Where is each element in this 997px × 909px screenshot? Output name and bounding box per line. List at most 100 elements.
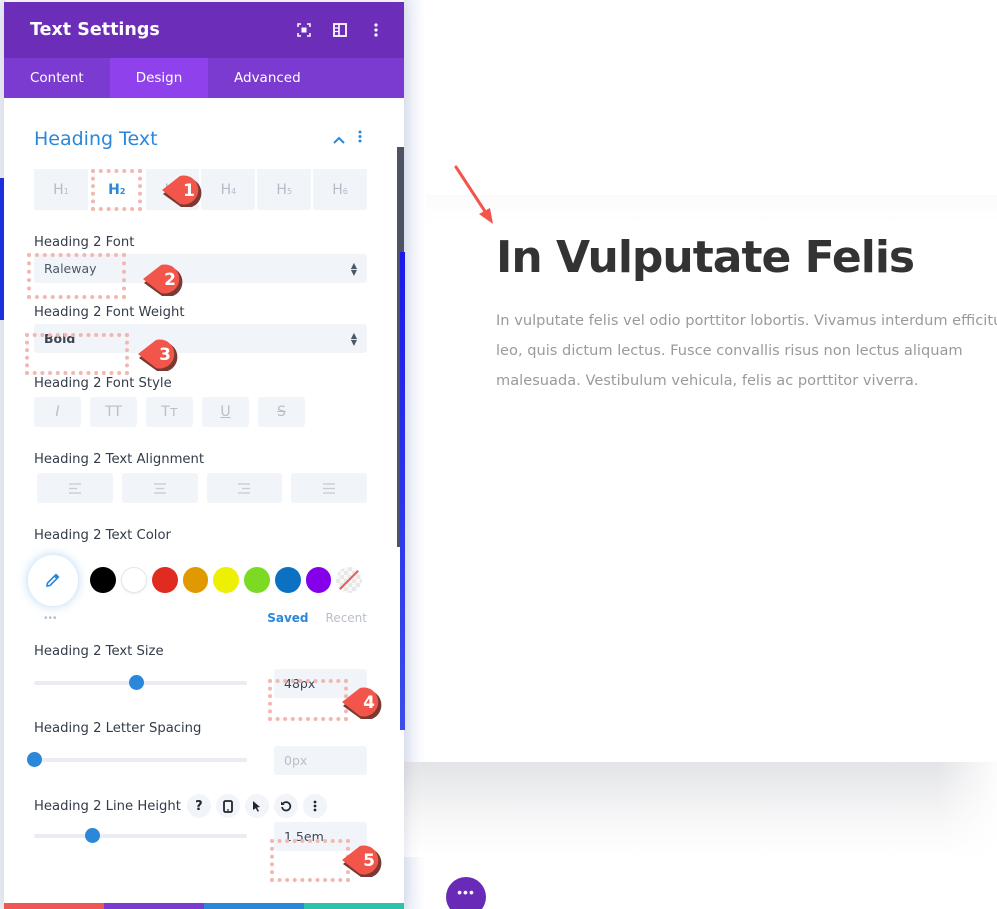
- more-colors-icon[interactable]: •••: [44, 613, 267, 624]
- strikethrough-icon: S: [277, 404, 286, 420]
- heading-level-number: 2: [119, 187, 126, 196]
- font-weight-select[interactable]: Bold ▲ ▼: [34, 324, 367, 353]
- preview-row-band: [426, 195, 997, 223]
- annotation-marker-1: 1: [162, 175, 202, 207]
- color-swatch-orange[interactable]: [182, 567, 209, 593]
- more-horizontal-icon: •••: [457, 884, 475, 900]
- slider-thumb[interactable]: [129, 675, 145, 690]
- letter-spacing-input[interactable]: 0px: [274, 745, 367, 775]
- chevron-up-icon[interactable]: [333, 131, 353, 147]
- font-value: Raleway: [44, 261, 97, 276]
- more-vertical-icon[interactable]: [358, 15, 394, 45]
- line-height-slider[interactable]: [34, 828, 247, 843]
- line-height-control: 1.5em: [34, 821, 367, 851]
- color-palette-footer: ••• Saved Recent: [34, 609, 367, 627]
- text-color-label: Heading 2 Text Color: [34, 527, 171, 543]
- text-alignment-buttons: [34, 473, 367, 503]
- color-swatch-red[interactable]: [151, 567, 178, 593]
- discard-button[interactable]: [4, 903, 104, 909]
- heading-level-h5[interactable]: H5: [257, 169, 312, 210]
- heading-level-number: 4: [231, 187, 237, 196]
- eyedropper-icon: [46, 573, 60, 587]
- section-header-heading-text[interactable]: Heading Text: [34, 128, 367, 150]
- align-justify-icon: [323, 482, 336, 494]
- builder-screen: In Vulputate Felis In vulputate felis ve…: [0, 0, 997, 909]
- settings-panel: Text Settings Content Design Advanced He…: [4, 2, 404, 909]
- italic-button[interactable]: I: [34, 397, 81, 427]
- capitalize-button[interactable]: Tт: [146, 397, 193, 427]
- italic-icon: I: [55, 404, 60, 420]
- panel-body: Heading Text H1 H2 H3 H4 H5 H6 Heading 2…: [4, 128, 404, 851]
- align-left-button[interactable]: [37, 473, 113, 503]
- heading-level-label: H: [332, 181, 343, 198]
- settings-tabs: Content Design Advanced: [4, 58, 404, 98]
- tab-advanced[interactable]: Advanced: [208, 58, 327, 98]
- heading-level-number: 5: [286, 187, 293, 196]
- heading-level-h4[interactable]: H4: [201, 169, 256, 210]
- redo-button[interactable]: [204, 903, 304, 909]
- color-swatch-white[interactable]: [121, 567, 147, 593]
- slider-thumb[interactable]: [27, 752, 42, 767]
- help-icon[interactable]: ?: [186, 794, 211, 818]
- color-swatch-yellow[interactable]: [213, 567, 240, 593]
- preview-section-divider: [404, 762, 997, 857]
- color-swatch-green[interactable]: [244, 567, 270, 593]
- uppercase-button[interactable]: TT: [90, 397, 137, 427]
- heading-level-label: H: [53, 181, 64, 198]
- text-size-slider[interactable]: [34, 675, 247, 690]
- color-swatch-blue[interactable]: [274, 567, 301, 593]
- annotation-marker-5: 5: [342, 845, 382, 877]
- underline-button[interactable]: U: [202, 397, 249, 427]
- select-arrows-icon: ▲ ▼: [350, 260, 357, 277]
- more-vertical-icon[interactable]: [302, 794, 327, 818]
- tab-content[interactable]: Content: [4, 58, 110, 98]
- hover-cursor-icon[interactable]: [244, 794, 269, 818]
- history-button[interactable]: [104, 903, 204, 909]
- svg-text:2: 2: [164, 270, 176, 290]
- focus-icon[interactable]: [286, 15, 322, 45]
- annotation-marker-4: 4: [342, 687, 382, 719]
- strikethrough-button[interactable]: S: [258, 397, 305, 427]
- heading-level-h6[interactable]: H6: [313, 169, 367, 210]
- select-arrows-icon: ▲ ▼: [350, 330, 357, 347]
- heading-level-label: H: [276, 181, 287, 198]
- letter-spacing-slider[interactable]: [27, 752, 247, 767]
- font-select[interactable]: Raleway ▲ ▼: [34, 254, 367, 283]
- font-weight-label: Heading 2 Font Weight: [34, 304, 185, 320]
- color-picker-button[interactable]: [28, 554, 79, 606]
- page-settings-button[interactable]: •••: [446, 877, 486, 909]
- saved-colors-tab[interactable]: Saved: [267, 611, 308, 625]
- reset-icon[interactable]: [273, 794, 298, 818]
- color-swatch-none[interactable]: [336, 567, 362, 593]
- preview-heading[interactable]: In Vulputate Felis: [496, 228, 915, 288]
- more-vertical-icon[interactable]: [353, 130, 367, 148]
- heading-level-number: 6: [342, 187, 348, 196]
- align-right-button[interactable]: [206, 473, 283, 503]
- text-size-control: 48px: [34, 668, 367, 698]
- heading-level-h2[interactable]: H2: [89, 169, 144, 210]
- annotation-arrow-icon: [454, 165, 493, 224]
- capitalize-icon: Tт: [161, 404, 178, 420]
- split-view-icon[interactable]: [322, 15, 358, 45]
- panel-header[interactable]: Text Settings: [4, 2, 404, 58]
- color-swatch-purple[interactable]: [305, 567, 332, 593]
- align-justify-button[interactable]: [291, 473, 367, 503]
- underline-icon: U: [220, 404, 231, 420]
- heading-level-h1[interactable]: H1: [34, 169, 88, 210]
- tab-design[interactable]: Design: [110, 58, 208, 98]
- text-alignment-label: Heading 2 Text Alignment: [34, 451, 205, 467]
- panel-footer-bar: [4, 903, 404, 909]
- align-center-button[interactable]: [121, 473, 198, 503]
- module-highlight-bar: [400, 252, 405, 730]
- preview-body-text[interactable]: In vulputate felis vel odio porttitor lo…: [496, 306, 997, 396]
- line-height-label-row: Heading 2 Line Height ?: [34, 793, 367, 819]
- recent-colors-tab[interactable]: Recent: [326, 611, 367, 625]
- slider-thumb[interactable]: [84, 828, 100, 843]
- font-weight-value: Bold: [44, 331, 76, 346]
- color-swatch-black[interactable]: [90, 567, 117, 593]
- mobile-icon[interactable]: [215, 794, 240, 818]
- svg-text:5: 5: [363, 851, 375, 871]
- save-button[interactable]: [304, 903, 404, 909]
- svg-text:3: 3: [159, 345, 171, 365]
- heading-level-label: H: [220, 181, 232, 198]
